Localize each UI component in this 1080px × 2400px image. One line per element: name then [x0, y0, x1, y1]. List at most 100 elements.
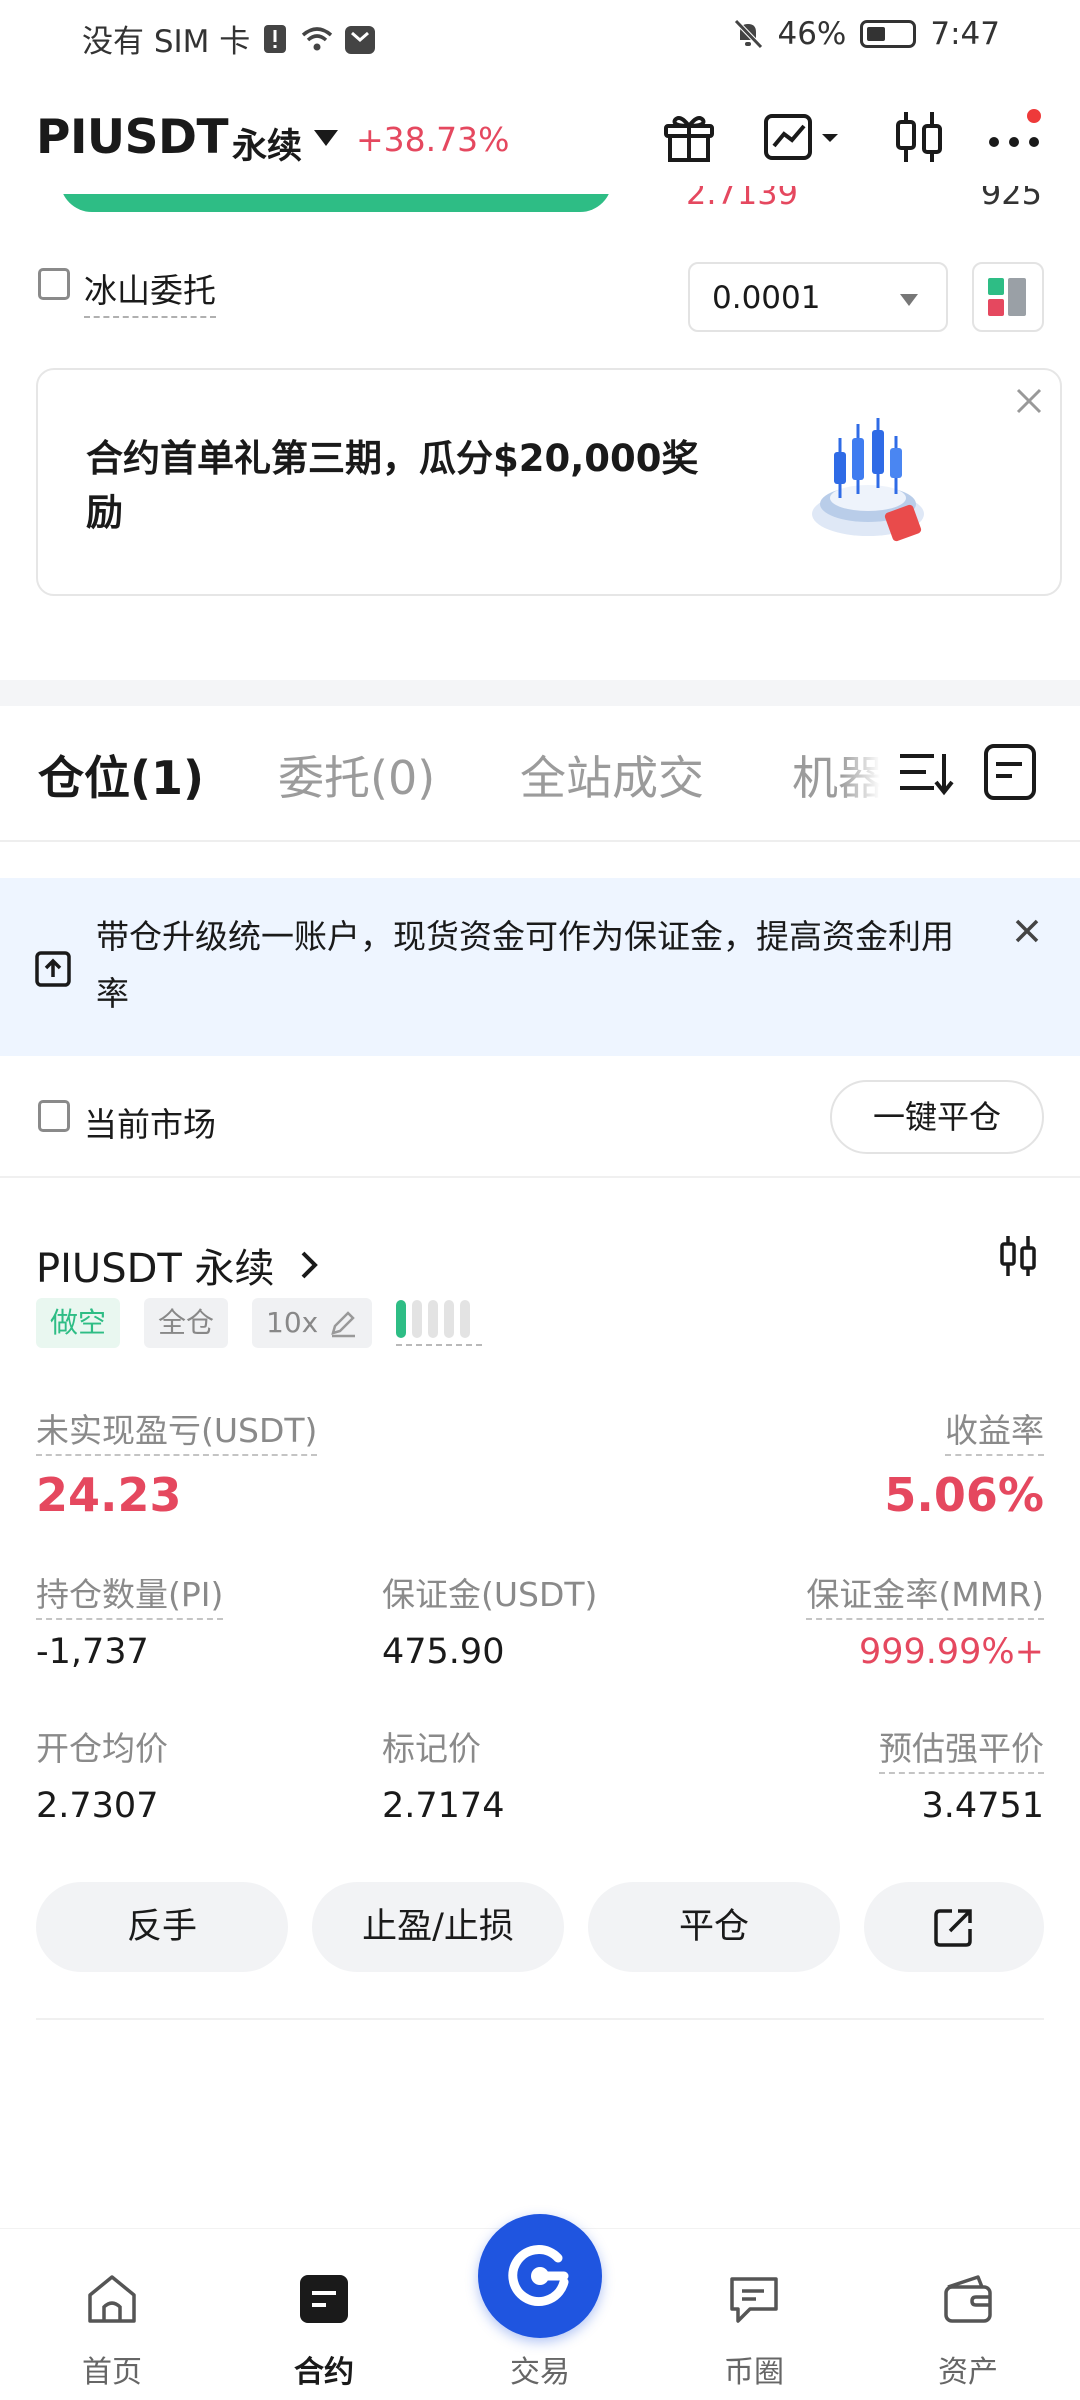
mmr-value: 999.99%+ — [858, 1632, 1044, 1672]
margin-mode-tag: 全仓 — [144, 1298, 229, 1348]
wallet-icon — [944, 2275, 992, 2323]
mark-price-value: 2.7174 — [382, 1786, 505, 1826]
mmr-label[interactable]: 保证金率(MMR) — [806, 1568, 1044, 1620]
chart-toggle-icon[interactable] — [760, 106, 850, 168]
promo-illustration-icon — [812, 418, 924, 542]
community-icon — [730, 2277, 778, 2323]
divider — [36, 2018, 1044, 2020]
precision-select[interactable]: 0.0001 — [688, 262, 948, 332]
current-market-checkbox[interactable] — [38, 1100, 70, 1132]
iceberg-checkbox[interactable] — [38, 268, 70, 300]
entry-price-label: 开仓均价 — [36, 1729, 168, 1768]
candlestick-icon[interactable] — [994, 1232, 1042, 1280]
adl-bar — [444, 1300, 454, 1338]
entry-price-value: 2.7307 — [36, 1786, 159, 1826]
margin-value: 475.90 — [382, 1632, 505, 1672]
nav-assets[interactable]: 资产 — [888, 2229, 1048, 2400]
status-left: 没有 SIM 卡 — [82, 16, 376, 61]
edit-icon — [331, 1311, 356, 1338]
symbol-dropdown-icon[interactable] — [314, 130, 338, 146]
iceberg-label[interactable]: 冰山委托 — [84, 264, 216, 318]
banner-text: 合约首单礼第三期，瓜分$20,000奖励 — [86, 437, 699, 534]
futures-icon — [300, 2275, 348, 2323]
orderbook-qty: 925 — [980, 186, 1042, 212]
precision-caret-icon — [900, 294, 918, 306]
notice-text: 带仓升级统一账户，现货资金可作为保证金，提高资金利用率 — [96, 917, 954, 1013]
home-icon — [88, 2275, 136, 2323]
divider — [0, 1176, 1080, 1178]
position-size-label[interactable]: 持仓数量(PI) — [36, 1568, 224, 1620]
battery-percent: 46% — [777, 16, 847, 52]
close-icon[interactable] — [1012, 916, 1042, 946]
close-all-button[interactable]: 一键平仓 — [830, 1080, 1044, 1154]
position-symbol: PIUSDT 永续 — [36, 1246, 275, 1292]
chevron-right-icon — [301, 1251, 318, 1279]
unrealized-pnl-label[interactable]: 未实现盈亏(USDT) — [36, 1404, 318, 1456]
position-title[interactable]: PIUSDT 永续 — [36, 1236, 327, 1294]
section-divider — [0, 680, 1080, 706]
trade-header: PIUSDT 永续 +38.73% — [0, 100, 1080, 180]
roe-label[interactable]: 收益率 — [945, 1404, 1044, 1456]
status-bar: 没有 SIM 卡 46% 7:47 — [0, 0, 1080, 72]
unrealized-pnl-value: 24.23 — [36, 1468, 182, 1522]
gift-icon[interactable] — [658, 106, 720, 168]
more-icon[interactable] — [984, 106, 1046, 168]
margin-label: 保证金(USDT) — [382, 1575, 598, 1614]
mute-bell-icon — [734, 19, 764, 49]
upgrade-icon — [35, 951, 71, 987]
current-market-label[interactable]: 当前市场 — [84, 1098, 216, 1146]
adl-bar — [428, 1300, 438, 1338]
sort-icon[interactable] — [896, 742, 956, 802]
status-right: 46% 7:47 — [733, 16, 1000, 52]
battery-icon — [860, 20, 917, 48]
symbol-title[interactable]: PIUSDT — [36, 110, 229, 165]
nav-label: 首页 — [82, 2355, 142, 2390]
history-doc-icon[interactable] — [980, 742, 1040, 802]
side-tag: 做空 — [36, 1298, 121, 1348]
precision-value: 0.0001 — [712, 280, 821, 316]
close-icon[interactable] — [1012, 384, 1046, 418]
orderbook-layout-button[interactable] — [972, 262, 1044, 332]
tab-all-trades[interactable]: 全站成交 — [520, 742, 704, 808]
adl-bar — [412, 1300, 422, 1338]
position-tabs: 仓位(1) 委托(0) 全站成交 机器人 — [0, 706, 1080, 842]
share-button[interactable] — [864, 1882, 1044, 1972]
adl-bar — [460, 1300, 470, 1338]
trade-icon — [508, 2245, 569, 2307]
adl-indicator[interactable] — [396, 1300, 482, 1346]
tab-fade — [840, 706, 1080, 840]
leverage-value: 10x — [266, 1306, 319, 1339]
depth-bar — [60, 194, 612, 212]
nav-label: 交易 — [510, 2355, 570, 2390]
liq-price-label[interactable]: 预估强平价 — [879, 1722, 1044, 1774]
tpsl-button[interactable]: 止盈/止损 — [312, 1882, 564, 1972]
nav-futures[interactable]: 合约 — [244, 2229, 404, 2400]
leverage-tag[interactable]: 10x — [252, 1298, 373, 1348]
liq-price-value: 3.4751 — [921, 1786, 1044, 1826]
mark-price-label: 标记价 — [382, 1729, 481, 1768]
candlestick-icon[interactable] — [888, 106, 950, 168]
adl-bar — [396, 1300, 406, 1338]
contract-type[interactable]: 永续 — [232, 118, 302, 169]
tab-orders[interactable]: 委托(0) — [278, 742, 435, 808]
unified-account-notice[interactable]: 带仓升级统一账户，现货资金可作为保证金，提高资金利用率 — [0, 878, 1080, 1056]
promo-banner[interactable]: 合约首单礼第三期，瓜分$20,000奖励 — [36, 368, 1062, 596]
nav-label: 资产 — [938, 2355, 998, 2390]
nav-community[interactable]: 币圈 — [674, 2229, 834, 2400]
position-size-value: -1,737 — [36, 1632, 149, 1672]
nav-label: 币圈 — [724, 2355, 784, 2390]
tab-positions[interactable]: 仓位(1) — [38, 742, 204, 808]
reverse-button[interactable]: 反手 — [36, 1882, 288, 1972]
trade-fab-button[interactable] — [478, 2214, 602, 2338]
price-change: +38.73% — [356, 120, 510, 159]
orderbook-price: 2.7139 — [686, 186, 798, 212]
sim-alert-icon — [264, 24, 287, 53]
notification-app-icon — [345, 25, 376, 54]
clock: 7:47 — [930, 16, 1000, 52]
share-icon — [934, 1909, 972, 1947]
roe-value: 5.06% — [884, 1468, 1044, 1522]
nav-home[interactable]: 首页 — [32, 2229, 192, 2400]
close-position-button[interactable]: 平仓 — [588, 1882, 840, 1972]
carrier-text: 没有 SIM 卡 — [82, 24, 251, 60]
orderbook-layout-icon — [988, 278, 1026, 316]
